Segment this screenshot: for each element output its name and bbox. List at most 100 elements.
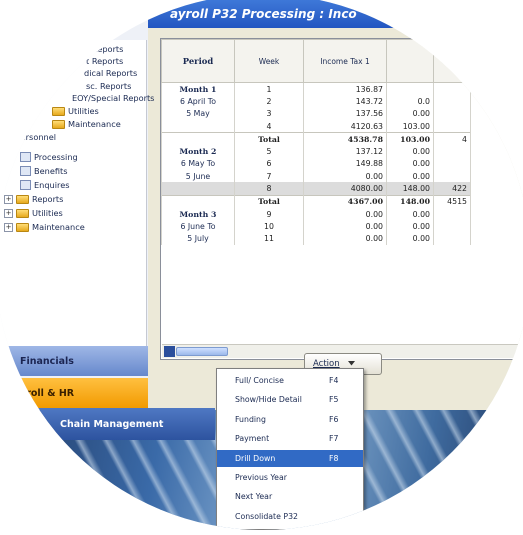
cell-income-tax: 4080.00: [303, 182, 387, 196]
menu-item-shortcut: F8: [329, 453, 339, 463]
table-row[interactable]: Total 4367.00 148.00 4515: [161, 194, 471, 208]
cell-income-tax: 0.00: [303, 170, 387, 183]
expand-plus-icon[interactable]: +: [4, 194, 13, 204]
tree-item[interactable]: EOY/Special Reports: [72, 93, 154, 103]
tree-item-label: t Reports: [86, 56, 124, 66]
cell-col5: [433, 220, 471, 233]
cell-week: Total: [234, 132, 304, 146]
tree-item[interactable]: Personnel: [0, 132, 56, 142]
header-week[interactable]: Week: [234, 39, 304, 83]
module-icon: [20, 166, 31, 176]
cell-col5: [433, 107, 471, 120]
tree-item[interactable]: + Utilities: [4, 208, 63, 218]
menu-item[interactable]: Payment F7: [217, 430, 363, 447]
cell-col4: 0.00: [386, 107, 434, 120]
module-icon: [20, 152, 31, 162]
table-row[interactable]: Month 2 5 137.12 0.00: [161, 145, 471, 158]
cell-week: 11: [234, 232, 304, 245]
cell-period: [161, 119, 235, 133]
cell-col5: [433, 157, 471, 171]
table-row[interactable]: 5 June 7 0.00 0.00: [161, 170, 471, 183]
folder-icon: [16, 208, 29, 218]
cell-week: Total: [234, 194, 304, 208]
cell-col4: 148.00: [386, 194, 434, 208]
table-row[interactable]: 6 May To 6 149.88 0.00: [161, 157, 471, 171]
header-col4[interactable]: [386, 39, 434, 83]
tree-item-label: Enquires: [34, 180, 70, 190]
header-period[interactable]: Period: [161, 39, 235, 83]
menu-item-label: Funding: [235, 414, 266, 424]
menu-item[interactable]: Next Year: [217, 488, 363, 505]
tree-item-label: EOY/Special Reports: [72, 93, 155, 103]
cell-col5: 422: [433, 182, 471, 196]
cell-col5: [433, 232, 471, 245]
table-row[interactable]: 6 June To 10 0.00 0.00: [161, 220, 471, 233]
p32-grid[interactable]: Period Week Income Tax 1 Month 1 1 136.87 6…: [160, 38, 523, 360]
menu-item-shortcut: F6: [329, 414, 339, 424]
tree-item[interactable]: dical Reports: [84, 68, 137, 78]
cell-col4: [386, 82, 434, 96]
cell-col5: 4: [433, 132, 471, 146]
cell-col5: [433, 145, 471, 158]
table-row[interactable]: Month 1 1 136.87: [161, 82, 471, 96]
navigation-tree: Reports t Reports dical Reports sc. Reports…: [0, 40, 154, 350]
nav-payroll-hr[interactable]: yroll & HR: [0, 378, 148, 408]
table-row[interactable]: Month 3 9 0.00 0.00: [161, 207, 471, 221]
cell-income-tax: 137.12: [303, 145, 387, 158]
expand-plus-icon[interactable]: +: [4, 208, 13, 218]
header-income-tax[interactable]: Income Tax 1: [303, 39, 387, 83]
nav-chain-management[interactable]: Chain Management: [0, 408, 215, 440]
tree-item[interactable]: Benefits: [20, 166, 68, 176]
cell-period: 5 July: [161, 232, 235, 245]
menu-item[interactable]: Show/Hide Detail F5: [217, 391, 363, 408]
cell-period: 5 May: [161, 107, 235, 120]
cell-week: 9: [234, 207, 304, 221]
menu-item[interactable]: Full/ Concise F4: [217, 372, 363, 389]
tree-item-label: Utilities: [68, 106, 99, 116]
cell-income-tax: 0.00: [303, 220, 387, 233]
table-row[interactable]: Total 4538.78 103.00 4: [161, 132, 471, 146]
tree-item-label: Processing: [34, 152, 78, 162]
expand-plus-icon[interactable]: +: [4, 222, 13, 232]
tree-item[interactable]: t Reports: [86, 56, 123, 66]
cell-week: 2: [234, 95, 304, 108]
table-row[interactable]: 6 April To 2 143.72 0.0: [161, 95, 471, 108]
cell-col5: [433, 207, 471, 221]
folder-icon: [16, 194, 29, 204]
tree-item[interactable]: + Maintenance: [4, 222, 85, 232]
cell-period: 6 May To: [161, 157, 235, 171]
cell-income-tax: 4367.00: [303, 194, 387, 208]
tree-item[interactable]: Processing: [20, 152, 78, 162]
menu-item-label: Next Year: [235, 492, 273, 502]
menu-item-label: Show/Hide Detail: [235, 395, 302, 405]
tree-item[interactable]: Maintenance: [52, 119, 121, 129]
tree-item[interactable]: Reports: [92, 44, 123, 54]
menu-item[interactable]: Previous Year: [217, 469, 363, 486]
cell-period: 6 June To: [161, 220, 235, 233]
tree-item-label: dical Reports: [84, 68, 138, 78]
nav-financials[interactable]: Financials: [0, 346, 148, 376]
tree-item[interactable]: Utilities: [52, 106, 99, 116]
tree-item-label: sc. Reports: [86, 81, 132, 91]
table-row[interactable]: 4 4120.63 103.00: [161, 119, 471, 133]
cell-week: 3: [234, 107, 304, 120]
cell-period: Month 3: [161, 207, 235, 221]
scroll-thumb[interactable]: [176, 347, 228, 356]
cell-period: Month 1: [161, 82, 235, 96]
menu-item[interactable]: Consolidate P32: [217, 508, 363, 525]
folder-icon: [52, 106, 65, 116]
menu-item[interactable]: Drill Down F8: [217, 449, 363, 467]
menu-item-shortcut: F5: [329, 395, 339, 405]
scroll-left-arrow-icon[interactable]: [164, 346, 175, 357]
tree-item-label: Personnel: [16, 132, 57, 142]
cell-col4: 0.00: [386, 145, 434, 158]
tree-item[interactable]: Enquires: [20, 180, 70, 190]
table-row[interactable]: 5 May 3 137.56 0.00: [161, 107, 471, 120]
header-col5[interactable]: [433, 39, 471, 83]
p32-table: Period Week Income Tax 1 Month 1 1 136.87 6…: [161, 39, 471, 245]
table-row[interactable]: 5 July 11 0.00 0.00: [161, 232, 471, 245]
tree-item[interactable]: sc. Reports: [86, 81, 131, 91]
tree-item[interactable]: + Reports: [4, 194, 63, 204]
table-row[interactable]: 8 4080.00 148.00 422: [161, 182, 471, 196]
menu-item[interactable]: Funding F6: [217, 411, 363, 428]
